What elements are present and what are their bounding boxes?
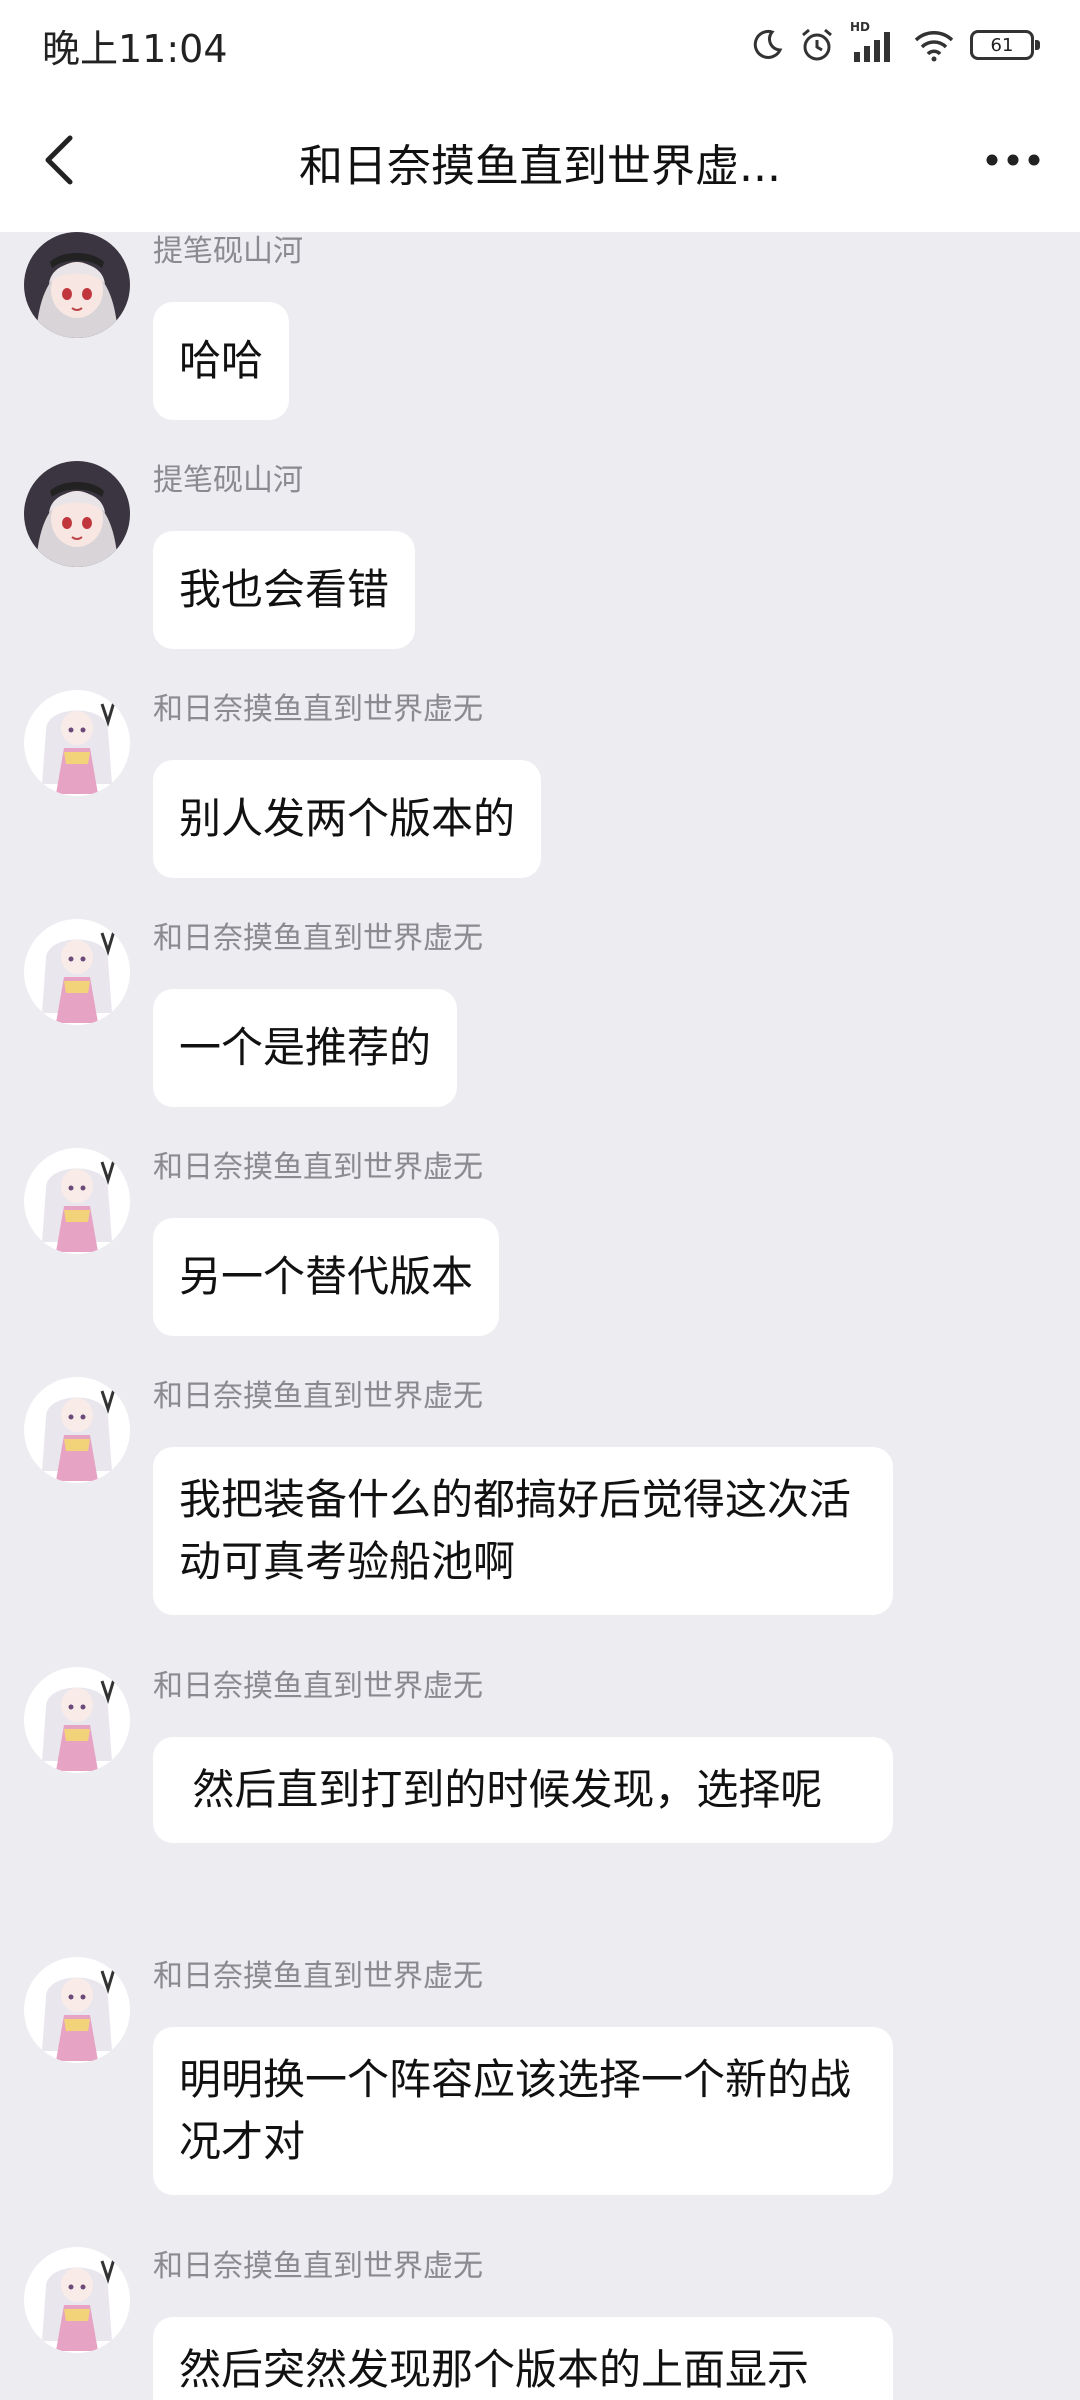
hd-label: HD — [850, 20, 871, 34]
message-bubble[interactable]: 我也会看错 — [153, 531, 416, 649]
chat-message-list[interactable]: 提笔砚山河 哈哈 提笔砚山河 我也会看错 和日奈摸鱼直到世界虚无 别人发两个版本… — [0, 232, 1080, 2400]
message-bubble[interactable]: 哈哈 — [153, 302, 290, 420]
moon-icon — [750, 28, 784, 62]
avatar-dark-hair[interactable] — [24, 232, 130, 338]
sender-name: 和日奈摸鱼直到世界虚无 — [153, 921, 483, 956]
wifi-icon — [912, 28, 956, 62]
avatar-pink-dress[interactable] — [24, 1667, 130, 1773]
avatar-pink-dress[interactable] — [24, 2247, 130, 2353]
battery-icon: 61 — [970, 30, 1040, 60]
avatar-pink-dress[interactable] — [24, 1957, 130, 2063]
sender-name: 和日奈摸鱼直到世界虚无 — [153, 1959, 483, 1994]
back-button[interactable] — [30, 128, 90, 192]
more-dots-icon — [986, 154, 1040, 166]
sender-name: 和日奈摸鱼直到世界虚无 — [153, 1669, 483, 1704]
status-icons: HD 61 — [750, 20, 1040, 66]
message-bubble[interactable]: 另一个替代版本 — [153, 1218, 500, 1336]
message-bubble[interactable]: 然后突然发现那个版本的上面显示 — [153, 2317, 893, 2400]
status-bar: 晚上11:04 HD 61 — [0, 0, 1080, 88]
chat-title: 和日奈摸鱼直到世界虚... — [299, 141, 781, 192]
avatar-pink-dress[interactable] — [24, 1377, 130, 1483]
signal-icon: HD — [850, 20, 898, 62]
avatar-pink-dress[interactable] — [24, 690, 130, 796]
chevron-left-icon — [45, 135, 73, 185]
chat-header: 和日奈摸鱼直到世界虚... — [0, 88, 1080, 232]
sender-name: 和日奈摸鱼直到世界虚无 — [153, 1150, 483, 1185]
status-time: 晚上11:04 — [42, 27, 228, 71]
message-bubble[interactable]: 一个是推荐的 — [153, 989, 458, 1107]
avatar-dark-hair[interactable] — [24, 461, 130, 567]
avatar-pink-dress[interactable] — [24, 1148, 130, 1254]
avatar-pink-dress[interactable] — [24, 919, 130, 1025]
message-bubble[interactable]: 我把装备什么的都搞好后觉得这次活动可真考验船池啊 — [153, 1447, 893, 1615]
battery-level: 61 — [990, 34, 1014, 56]
sender-name: 和日奈摸鱼直到世界虚无 — [153, 1379, 483, 1414]
message-bubble[interactable]: 明明换一个阵容应该选择一个新的战况才对 — [153, 2027, 893, 2195]
more-button[interactable] — [976, 132, 1050, 188]
sender-name: 和日奈摸鱼直到世界虚无 — [153, 692, 483, 727]
sender-name: 提笔砚山河 — [153, 463, 303, 498]
message-bubble[interactable]: 然后直到打到的时候发现，选择呢 — [153, 1737, 893, 1843]
sender-name: 提笔砚山河 — [153, 234, 303, 269]
alarm-icon — [798, 26, 836, 64]
message-bubble[interactable]: 别人发两个版本的 — [153, 760, 542, 878]
sender-name: 和日奈摸鱼直到世界虚无 — [153, 2249, 483, 2284]
